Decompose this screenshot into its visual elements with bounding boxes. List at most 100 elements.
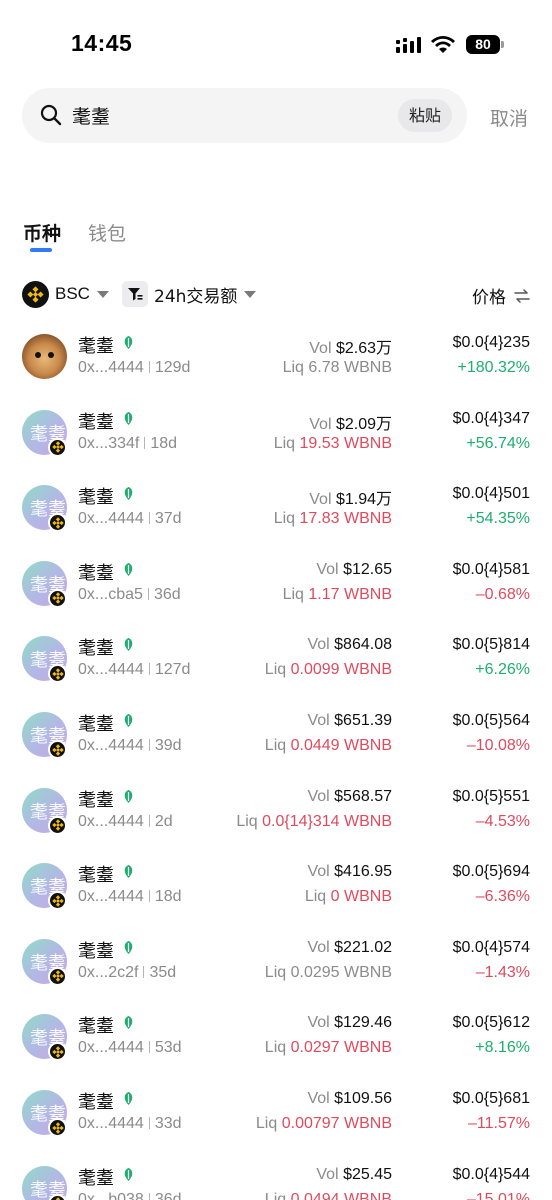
bnb-chain-badge-icon (48, 664, 67, 684)
volume: Vol $651.39 (307, 712, 392, 730)
vol-value: $1.94万 (335, 491, 392, 509)
liq-label: Liq (264, 737, 287, 754)
contract-address: 0x...4444 (78, 1115, 144, 1132)
token-price: $0.0{5}564 (452, 712, 530, 729)
liquidity: Liq 0.0449 WBNB (265, 737, 392, 755)
price-change: +56.74% (466, 434, 530, 452)
token-age: 127d (154, 661, 191, 679)
token-address: 0x...4444 18d (78, 888, 182, 906)
token-age: 129d (154, 359, 191, 376)
vol-label: Vol (307, 636, 330, 654)
token-name: 耄耋 (78, 940, 114, 962)
verified-leaf-icon (124, 638, 133, 652)
token-row[interactable]: 耄耋 耄耋 0x...4444 33d Vol $109.56 Liq 0.00797 W… (0, 1090, 552, 1166)
volume: Vol $109.56 (307, 1090, 392, 1108)
vol-label: Vol (309, 415, 332, 433)
token-age: 35d (149, 963, 177, 981)
price-change: –0.68% (475, 585, 530, 603)
vol-value: $2.63万 (335, 340, 392, 357)
contract-address: 0x...b038 (78, 1190, 144, 1200)
vol-label: Vol (316, 1165, 339, 1183)
token-row[interactable]: 耄耋 耄耋 0x...b038 36d Vol $25.45 Liq 0.0494 WBN… (0, 1165, 552, 1200)
token-name: 耄耋 (78, 638, 114, 660)
verified-leaf-icon (124, 411, 133, 425)
token-address: 0x...2c2f 35d (78, 964, 176, 982)
token-row[interactable]: 耄耋 耄耋 0x...4444 18d Vol $416.95 Liq 0 WBNB $0.… (0, 863, 552, 939)
price-change: +54.35% (466, 510, 530, 528)
liq-value: 0.0{14}314 WBNB (262, 812, 392, 830)
token-address: 0x...334f 18d (78, 435, 177, 453)
volume: Vol $221.02 (307, 939, 392, 957)
token-row[interactable]: 耄耋 耄耋 0x...4444 127d Vol $864.08 Liq 0.0099 W… (0, 636, 552, 712)
token-row[interactable]: 耄耋 耄耋 0x...4444 2d Vol $568.57 Liq 0.0{14}314… (0, 787, 552, 864)
token-row[interactable]: 耄耋 耄耋 0x...4444 53d Vol $129.46 Liq 0.0297 WB… (0, 1014, 552, 1090)
verified-leaf-icon (124, 940, 133, 954)
vol-value: $12.65 (343, 560, 392, 578)
vol-value: $25.45 (343, 1165, 392, 1183)
price-change: –10.08% (466, 737, 530, 754)
token-address: 0x...cba5 36d (78, 586, 181, 604)
token-address: 0x...4444 127d (78, 661, 190, 679)
bnb-chain-badge-icon (48, 1042, 67, 1062)
liq-label: Liq (264, 1190, 287, 1200)
vol-value: $864.08 (334, 636, 392, 654)
vol-value: $568.57 (334, 787, 392, 805)
token-list: 耄耋 0x...4444 129d Vol $2.63万 Liq 6.78 WBNB $0… (0, 0, 552, 1200)
verified-leaf-icon (124, 1092, 133, 1105)
price-change: +6.26% (475, 661, 530, 679)
liq-value: 0.0494 WBNB (290, 1190, 392, 1200)
volume: Vol $1.94万 (309, 485, 392, 509)
token-address: 0x...4444 33d (78, 1115, 182, 1133)
token-price: $0.0{4}581 (452, 560, 530, 578)
token-row[interactable]: 耄耋 0x...4444 129d Vol $2.63万 Liq 6.78 WBNB $0… (0, 334, 552, 410)
token-name: 耄耋 (78, 714, 114, 735)
verified-leaf-icon (124, 562, 133, 576)
liq-label: Liq (236, 812, 258, 830)
token-price: $0.0{4}544 (452, 1165, 530, 1183)
token-price: $0.0{4}347 (452, 409, 530, 427)
vol-label: Vol (307, 938, 330, 956)
liq-value: 0.00797 WBNB (281, 1115, 392, 1132)
vol-value: $129.46 (334, 1014, 392, 1032)
token-address: 0x...4444 129d (78, 359, 190, 377)
liq-value: 6.78 WBNB (308, 359, 392, 376)
separator (148, 663, 150, 676)
liq-value: 19.53 WBNB (299, 434, 392, 452)
vol-label: Vol (307, 787, 330, 805)
token-age: 39d (154, 737, 182, 754)
liquidity: Liq 0.0295 WBNB (265, 964, 392, 982)
token-age: 18d (154, 888, 182, 906)
liquidity: Liq 17.83 WBNB (274, 510, 392, 528)
token-name: 耄耋 (78, 865, 114, 887)
volume: Vol $2.63万 (309, 334, 392, 358)
liquidity: Liq 0 WBNB (305, 888, 392, 906)
liquidity: Liq 19.53 WBNB (274, 435, 392, 453)
liquidity: Liq 0.0297 WBNB (265, 1039, 392, 1057)
liq-label: Liq (264, 963, 287, 981)
token-address: 0x...4444 37d (78, 510, 182, 528)
liquidity: Liq 0.0494 WBNB (265, 1191, 392, 1200)
contract-address: 0x...4444 (78, 510, 144, 528)
contract-address: 0x...4444 (78, 661, 144, 679)
volume: Vol $864.08 (307, 636, 392, 654)
liq-value: 0.0297 WBNB (290, 1039, 392, 1057)
token-age: 18d (150, 434, 178, 452)
verified-leaf-icon (124, 714, 133, 727)
liquidity: Liq 6.78 WBNB (283, 359, 392, 377)
token-name: 耄耋 (78, 1016, 114, 1038)
token-price: $0.0{4}235 (452, 334, 530, 351)
liq-label: Liq (255, 1115, 278, 1132)
token-row[interactable]: 耄耋 耄耋 0x...334f 18d Vol $2.09万 Liq 19.53 WBNB… (0, 409, 552, 486)
separator (148, 512, 150, 525)
verified-leaf-icon (124, 487, 133, 501)
separator (148, 739, 150, 751)
token-row[interactable]: 耄耋 耄耋 0x...2c2f 35d Vol $221.02 Liq 0.0295 WB… (0, 938, 552, 1015)
token-address: 0x...4444 2d (78, 813, 173, 831)
token-row[interactable]: 耄耋 耄耋 0x...4444 37d Vol $1.94万 Liq 17.83 WBNB… (0, 485, 552, 561)
token-age: 2d (154, 812, 173, 830)
token-row[interactable]: 耄耋 耄耋 0x...cba5 36d Vol $12.65 Liq 1.17 WBNB $… (0, 560, 552, 637)
token-row[interactable]: 耄耋 耄耋 0x...4444 39d Vol $651.39 Liq 0.0449 WB… (0, 712, 552, 788)
price-change: –4.53% (475, 812, 530, 830)
token-name: 耄耋 (78, 1092, 114, 1113)
token-price: $0.0{5}551 (452, 787, 530, 805)
